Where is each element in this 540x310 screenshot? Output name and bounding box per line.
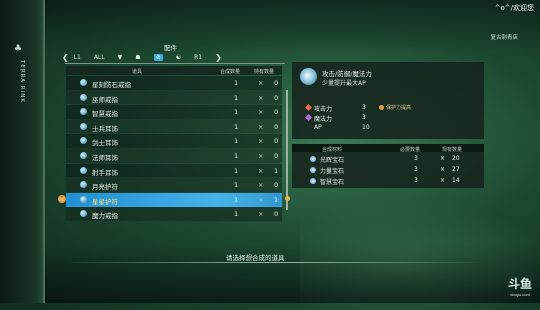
item-list: 星刻防石戒指 1 × 0 巫师戒指 1 × 0 智慧戒指 1 × 0 士兵耳饰 1 × 0 剑士耳饰 1 ×… [58, 76, 282, 222]
header-name: 道具 [132, 68, 143, 75]
earring-icon [80, 122, 87, 130]
amulet-icon [80, 195, 87, 203]
amulet-icon [80, 181, 87, 189]
left-sidebar: ♣ TERRA RINK [0, 0, 45, 303]
category-tabs: ❮ L1 ALL ▼ ☗ ⊘ ☯ R1 ❯ [62, 51, 287, 63]
ring-icon [80, 210, 87, 218]
list-item[interactable]: 月亮护符 1 × 0 [66, 178, 282, 193]
list-item[interactable]: 星刻防石戒指 1 × 0 [66, 76, 282, 91]
tab-weapon[interactable]: ▼ [118, 54, 123, 61]
earring-icon [80, 151, 87, 159]
hint-text: 请选择想合成的道具 [226, 254, 285, 262]
list-item[interactable]: 魔力戒指 1 × 0 [66, 207, 282, 222]
sidebar-vertical-text: TERRA RINK [19, 60, 25, 103]
header-qty: 合成数量 [220, 68, 241, 75]
ability-icon [379, 105, 384, 110]
stat-row: 魔法力 3 [304, 113, 366, 123]
tab-r1[interactable]: R1 [194, 54, 202, 61]
materials-header: 合成材料 必要数量 现有数量 [292, 144, 484, 153]
tab-all[interactable]: ALL [94, 54, 105, 61]
earring-icon [80, 166, 87, 174]
earring-icon [80, 137, 87, 145]
scrollbar-thumb[interactable] [285, 196, 290, 201]
attack-icon [304, 103, 313, 112]
star-amulet-icon [300, 68, 317, 85]
ring-icon [80, 93, 87, 101]
ring-icon [80, 108, 87, 116]
materials-panel: 合成材料 必要数量 现有数量 光辉宝石 3 × 20 力量宝石 3 × 27 智慧宝石 3 × 1… [292, 144, 484, 188]
gem-icon [310, 156, 316, 162]
tab-accessory[interactable]: ⊘ [153, 53, 163, 61]
watermark-logo: 斗鱼 douyu.com [507, 277, 532, 297]
scrollbar[interactable] [286, 90, 288, 210]
material-row: 力量宝石 3 × 27 [292, 165, 484, 175]
list-item[interactable]: 射手耳饰 1 × 1 [66, 163, 282, 179]
list-item[interactable]: 士兵耳饰 1 × 0 [66, 119, 282, 135]
list-item[interactable]: 剑士耳饰 1 × 0 [66, 134, 282, 149]
list-header: 道具 合成数量 持有数量 [66, 66, 282, 75]
cursor-badge-icon: ! [58, 194, 66, 203]
gem-icon [310, 167, 316, 173]
tab-armor[interactable]: ☗ [135, 54, 140, 61]
list-item[interactable]: 巫师戒指 1 × 0 [66, 90, 282, 106]
tab-item[interactable]: ☯ [176, 54, 181, 61]
list-item[interactable]: 法师耳饰 1 × 0 [66, 148, 282, 164]
shop-name: 复古刺青店 [490, 35, 518, 41]
header-owned: 持有数量 [254, 68, 275, 75]
stat-row: 攻击力 3 [304, 103, 366, 113]
stat-row: AP 10 [314, 124, 370, 131]
ring-icon [80, 79, 87, 86]
tab-divider [65, 63, 285, 64]
gem-icon [310, 178, 316, 184]
bottom-divider [65, 262, 485, 263]
detail-name: 攻击/防御/魔法力 [322, 70, 372, 78]
chevron-right-icon[interactable]: ❯ [215, 53, 222, 62]
welcome-text: ^o^/欢迎您 [494, 4, 534, 12]
magic-icon [304, 113, 313, 122]
material-row: 智慧宝石 3 × 14 [292, 176, 484, 186]
detail-description: 少量提升最大AP [322, 80, 366, 87]
list-item-selected[interactable]: ! 星星护符 1 × 1 [58, 192, 282, 208]
material-row: 光辉宝石 3 × 20 [292, 154, 484, 164]
tab-l1[interactable]: L1 [74, 54, 81, 61]
bonus-ability: 保护力提高 [379, 104, 411, 111]
item-detail-panel: 攻击/防御/魔法力 少量提升最大AP 攻击力 3 魔法力 3 AP 10 保护力… [292, 62, 484, 139]
list-item[interactable]: 智慧戒指 1 × 0 [66, 105, 282, 120]
chevron-left-icon[interactable]: ❮ [62, 53, 69, 62]
club-icon: ♣ [14, 44, 23, 54]
